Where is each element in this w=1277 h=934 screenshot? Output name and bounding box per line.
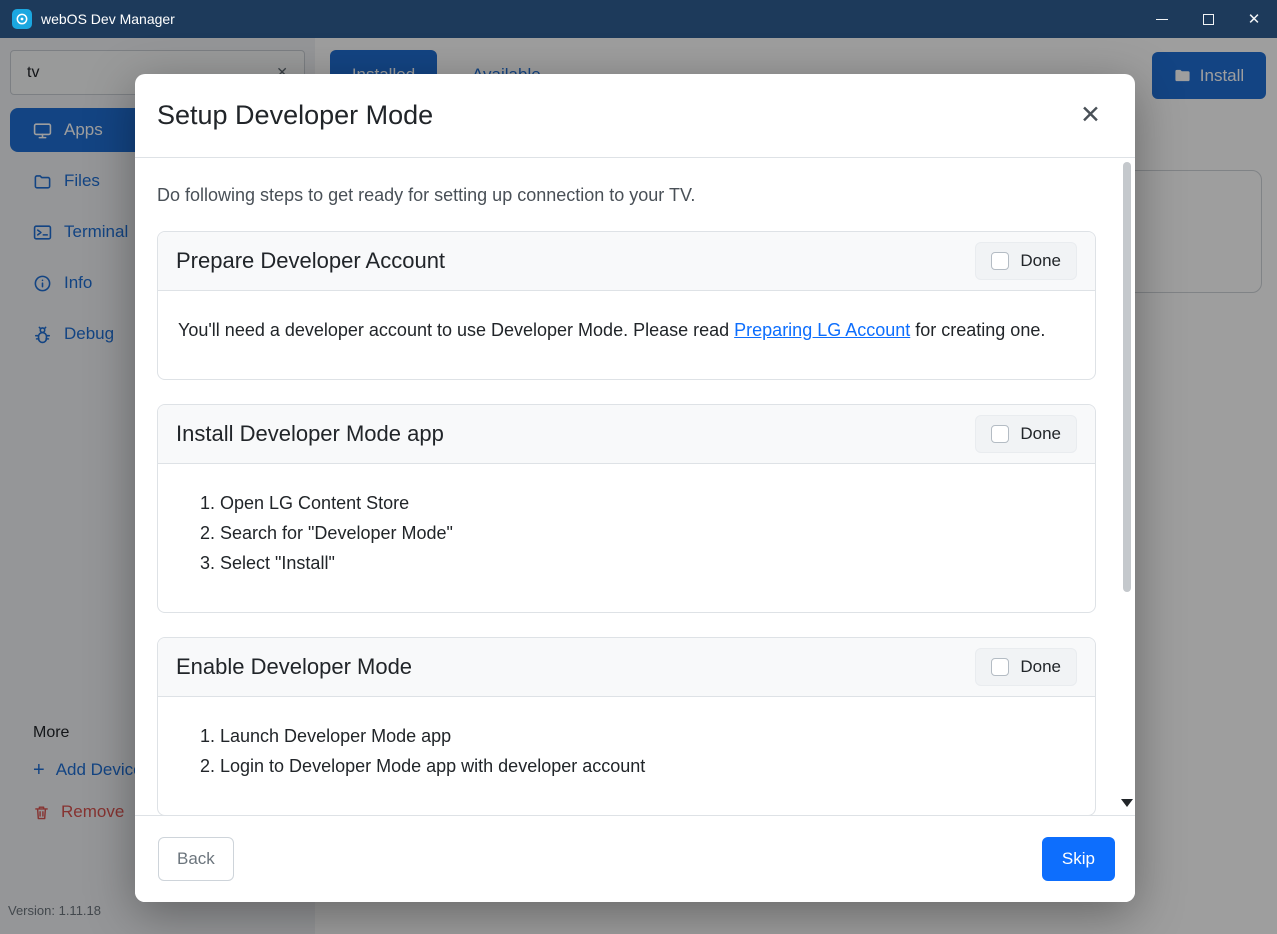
card-text: You'll need a developer account to use D…	[178, 320, 734, 340]
card-body: Launch Developer Mode app Login to Devel…	[158, 697, 1095, 815]
app-logo-icon	[12, 9, 32, 29]
step-item: Search for "Developer Mode"	[220, 518, 1075, 548]
modal-scrollbar[interactable]	[1122, 162, 1132, 807]
minimize-icon	[1156, 19, 1168, 20]
done-button[interactable]: Done	[975, 415, 1077, 453]
modal-title: Setup Developer Mode	[157, 100, 433, 131]
card-header: Install Developer Mode app Done	[158, 405, 1095, 464]
scroll-down-icon[interactable]	[1121, 799, 1133, 807]
card-header: Enable Developer Mode Done	[158, 638, 1095, 697]
card-body: Open LG Content Store Search for "Develo…	[158, 464, 1095, 612]
steps-list: Launch Developer Mode app Login to Devel…	[178, 721, 1075, 781]
back-button[interactable]: Back	[158, 837, 234, 881]
app-window: webOS Dev Manager ✕ tv ✕ Apps Files	[0, 0, 1277, 38]
card-header: Prepare Developer Account Done	[158, 232, 1095, 291]
maximize-icon	[1203, 14, 1214, 25]
modal-footer: Back Skip	[135, 815, 1135, 902]
maximize-button[interactable]	[1185, 0, 1231, 38]
done-button[interactable]: Done	[975, 242, 1077, 280]
card-title: Prepare Developer Account	[176, 248, 445, 274]
setup-developer-mode-dialog: Setup Developer Mode ✕ Do following step…	[135, 74, 1135, 902]
app-title: webOS Dev Manager	[41, 11, 175, 27]
card-title: Enable Developer Mode	[176, 654, 412, 680]
minimize-button[interactable]	[1139, 0, 1185, 38]
step-card-install-devmode-app: Install Developer Mode app Done Open LG …	[157, 404, 1096, 613]
scrollbar-thumb[interactable]	[1123, 162, 1131, 592]
step-item: Select "Install"	[220, 548, 1075, 578]
preparing-lg-account-link[interactable]: Preparing LG Account	[734, 320, 910, 340]
done-label: Done	[1020, 657, 1061, 677]
step-item: Open LG Content Store	[220, 488, 1075, 518]
skip-button[interactable]: Skip	[1042, 837, 1115, 881]
close-icon[interactable]: ✕	[1076, 99, 1105, 132]
step-card-enable-devmode: Enable Developer Mode Done Launch Develo…	[157, 637, 1096, 815]
step-item: Login to Developer Mode app with develop…	[220, 751, 1075, 781]
done-button[interactable]: Done	[975, 648, 1077, 686]
steps-list: Open LG Content Store Search for "Develo…	[178, 488, 1075, 578]
done-label: Done	[1020, 251, 1061, 271]
step-item: Launch Developer Mode app	[220, 721, 1075, 751]
window-controls: ✕	[1139, 0, 1277, 38]
done-checkbox[interactable]	[991, 252, 1009, 270]
step-card-prepare-account: Prepare Developer Account Done You'll ne…	[157, 231, 1096, 380]
modal-body: Do following steps to get ready for sett…	[135, 158, 1135, 815]
close-window-button[interactable]: ✕	[1231, 0, 1277, 38]
titlebar: webOS Dev Manager ✕	[0, 0, 1277, 38]
done-label: Done	[1020, 424, 1061, 444]
modal-intro-text: Do following steps to get ready for sett…	[157, 182, 1096, 209]
done-checkbox[interactable]	[991, 425, 1009, 443]
done-checkbox[interactable]	[991, 658, 1009, 676]
card-text: for creating one.	[910, 320, 1045, 340]
modal-header: Setup Developer Mode ✕	[135, 74, 1135, 158]
card-title: Install Developer Mode app	[176, 421, 444, 447]
card-body: You'll need a developer account to use D…	[158, 291, 1095, 379]
